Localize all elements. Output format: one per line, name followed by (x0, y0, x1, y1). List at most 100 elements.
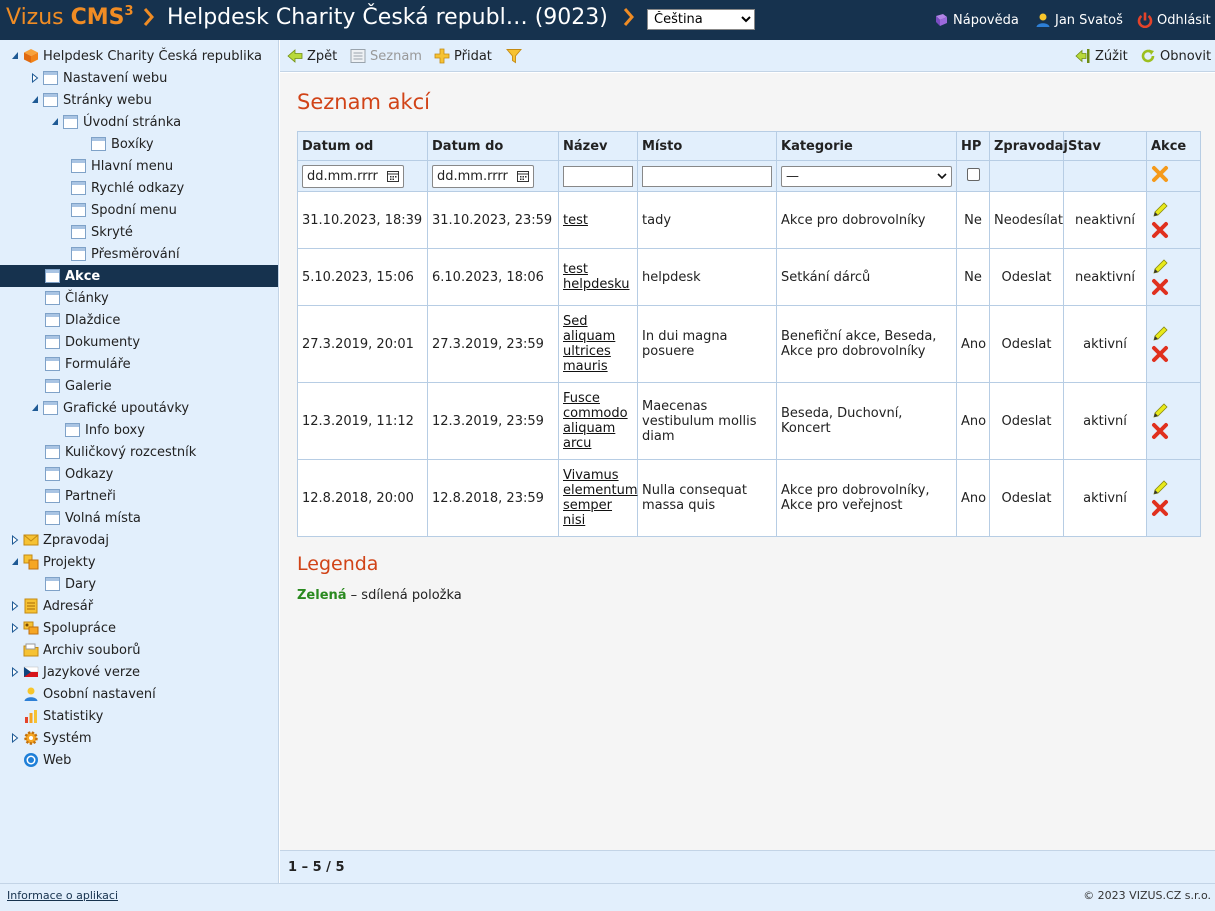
expanded-arrow-icon[interactable] (31, 403, 39, 413)
hp-filter-checkbox[interactable] (966, 167, 980, 181)
tree-item-graficke-upoutavky[interactable]: Grafické upoutávky (31, 397, 189, 419)
collapsed-arrow-icon[interactable] (11, 733, 19, 743)
site-title[interactable]: Helpdesk Charity Česká republ… (9023) (167, 5, 608, 30)
edit-pencil-icon[interactable] (1151, 402, 1169, 420)
expanded-arrow-icon[interactable] (11, 51, 19, 61)
delete-x-icon[interactable] (1151, 221, 1169, 239)
event-name-link[interactable]: Sed aliquam ultrices mauris (563, 314, 615, 374)
col-header[interactable]: Zpravodaj (989, 131, 1068, 161)
tree-item-clanky[interactable]: Články (45, 287, 109, 309)
tree-item-nastaveni-webu[interactable]: Nastavení webu (31, 67, 167, 89)
tree-item-formulare[interactable]: Formuláře (45, 353, 131, 375)
delete-x-icon[interactable] (1151, 499, 1169, 517)
col-header[interactable]: Datum do (427, 131, 559, 161)
tree-item-hlavni-menu[interactable]: Hlavní menu (71, 155, 173, 177)
col-header[interactable]: Název (558, 131, 638, 161)
collapsed-arrow-icon[interactable] (11, 667, 19, 677)
event-name-link[interactable]: Fusce commodo aliquam arcu (563, 391, 628, 451)
tree-item-dokumenty[interactable]: Dokumenty (45, 331, 140, 353)
tree-item-dary[interactable]: Dary (45, 573, 96, 595)
table-row[interactable]: 12.8.2018, 20:00 12.8.2018, 23:59 Vivamu… (297, 459, 1201, 537)
tree-item-zpravodaj[interactable]: Zpravodaj (11, 529, 109, 551)
event-name-link[interactable]: test helpdesku (563, 262, 630, 292)
tree-item-stranky-webu[interactable]: Stránky webu (31, 89, 152, 111)
tree-item-partneri[interactable]: Partneři (45, 485, 116, 507)
tree-item-info-boxy[interactable]: Info boxy (65, 419, 145, 441)
calendar-icon[interactable] (517, 170, 529, 182)
list-button[interactable]: Seznam (350, 48, 422, 64)
table-row[interactable]: 31.10.2023, 18:39 31.10.2023, 23:59 test… (297, 191, 1201, 249)
clear-filter-icon[interactable] (1151, 165, 1169, 183)
tree-item-projekty[interactable]: Projekty (11, 551, 96, 573)
page-icon (45, 577, 60, 591)
collapsed-arrow-icon[interactable] (11, 535, 19, 545)
refresh-button[interactable]: Obnovit (1140, 48, 1211, 64)
calendar-icon[interactable] (387, 170, 399, 182)
place-filter-input[interactable] (642, 165, 772, 187)
back-button[interactable]: Zpět (287, 48, 337, 64)
expanded-arrow-icon[interactable] (31, 95, 39, 105)
name-filter-input[interactable] (563, 165, 633, 187)
legend-item: Zelená – sdílená položka (297, 588, 462, 603)
tree-item-skryte[interactable]: Skryté (71, 221, 133, 243)
event-name-link[interactable]: Vivamus elementum semper nisi (563, 468, 638, 528)
event-name-link[interactable]: test (563, 213, 588, 228)
collapsed-arrow-icon[interactable] (11, 601, 19, 611)
table-row[interactable]: 12.3.2019, 11:12 12.3.2019, 23:59 Fusce … (297, 382, 1201, 460)
table-row[interactable]: 5.10.2023, 15:06 6.10.2023, 18:06 test h… (297, 248, 1201, 306)
page-icon (45, 379, 60, 393)
add-button[interactable]: Přidat (434, 48, 492, 64)
tree-item-spodni-menu[interactable]: Spodní menu (71, 199, 177, 221)
delete-x-icon[interactable] (1151, 422, 1169, 440)
edit-pencil-icon[interactable] (1151, 201, 1169, 219)
tree-item-adresar[interactable]: Adresář (11, 595, 93, 617)
edit-pencil-icon[interactable] (1151, 479, 1169, 497)
filter-button[interactable] (506, 48, 522, 64)
tree-item-spoluprace[interactable]: Spolupráce (11, 617, 116, 639)
collapsed-arrow-icon[interactable] (11, 623, 19, 633)
col-header[interactable]: HP (956, 131, 990, 161)
tree-item-jazykove-verze[interactable]: Jazykové verze (11, 661, 140, 683)
tree-item-kulickovy-rozcestnik[interactable]: Kuličkový rozcestník (45, 441, 196, 463)
cell-hp: Ano (956, 459, 990, 537)
expanded-arrow-icon[interactable] (51, 117, 59, 127)
logout-link[interactable]: Odhlásit (1137, 12, 1211, 28)
tree-item-volna-mista[interactable]: Volná místa (45, 507, 141, 529)
tree-item-archiv-souboru[interactable]: Archiv souborů (23, 639, 141, 661)
tree-item-statistiky[interactable]: Statistiky (23, 705, 103, 727)
date-from-filter[interactable]: dd.mm.rrrr (302, 164, 404, 188)
tree-item-uvodni-stranka[interactable]: Úvodní stránka (51, 111, 181, 133)
tree-item-odkazy[interactable]: Odkazy (45, 463, 113, 485)
tree-item-web[interactable]: Web (23, 749, 71, 771)
help-link[interactable]: Nápověda (933, 12, 1019, 28)
tree-item-galerie[interactable]: Galerie (45, 375, 112, 397)
tree-item-akce[interactable]: Akce (0, 265, 278, 287)
delete-x-icon[interactable] (1151, 278, 1169, 296)
col-header[interactable]: Kategorie (776, 131, 957, 161)
tree-item-boxiky[interactable]: Boxíky (91, 133, 154, 155)
language-select[interactable]: Čeština (647, 9, 755, 30)
events-table: Datum od Datum do Název Místo Kategorie … (297, 131, 1201, 537)
tree-item-rychle-odkazy[interactable]: Rychlé odkazy (71, 177, 184, 199)
collapsed-arrow-icon[interactable] (31, 73, 39, 83)
cell-category: Benefiční akce, Beseda, Akce pro dobrovo… (776, 305, 957, 383)
tree-item-osobni-nastaveni[interactable]: Osobní nastavení (23, 683, 156, 705)
table-row[interactable]: 27.3.2019, 20:01 27.3.2019, 23:59 Sed al… (297, 305, 1201, 383)
narrow-button[interactable]: Zúžit (1075, 48, 1128, 64)
tree-item-dlazdice[interactable]: Dlaždice (45, 309, 120, 331)
edit-pencil-icon[interactable] (1151, 325, 1169, 343)
delete-x-icon[interactable] (1151, 345, 1169, 363)
category-filter-select[interactable]: — (781, 165, 952, 187)
user-link[interactable]: Jan Svatoš (1035, 12, 1123, 28)
tree-item-system[interactable]: Systém (11, 727, 91, 749)
tree-item-presmerovani[interactable]: Přesměrování (71, 243, 180, 265)
col-header[interactable]: Místo (637, 131, 777, 161)
app-info-link[interactable]: Informace o aplikaci (7, 889, 118, 902)
date-to-filter[interactable]: dd.mm.rrrr (432, 164, 534, 188)
app-logo[interactable]: Vizus CMS3 (6, 4, 134, 30)
col-header[interactable]: Datum od (297, 131, 428, 161)
edit-pencil-icon[interactable] (1151, 258, 1169, 276)
expanded-arrow-icon[interactable] (11, 557, 19, 567)
tree-item-root[interactable]: Helpdesk Charity Česká republika (11, 45, 262, 67)
col-header[interactable]: Stav (1063, 131, 1147, 161)
